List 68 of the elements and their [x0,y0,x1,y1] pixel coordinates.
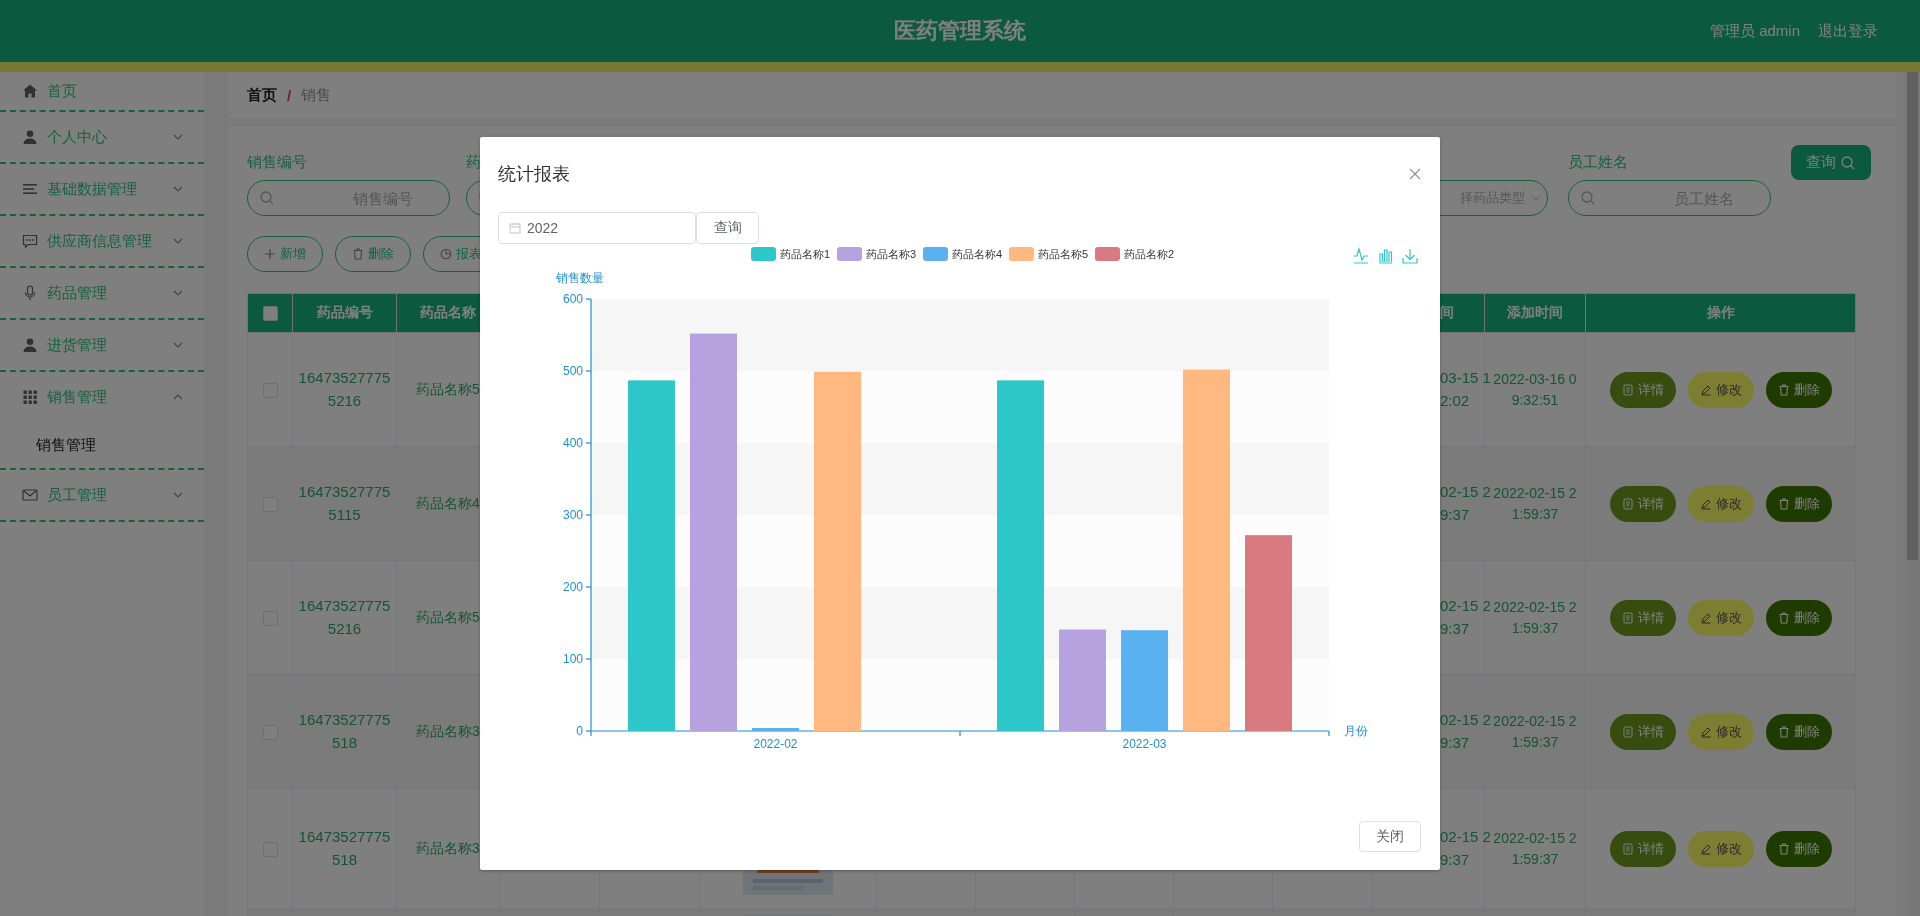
delete-button[interactable]: 删除 [1765,371,1832,408]
sidebar-item[interactable]: 首页 [0,72,204,110]
app-title: 医药管理系统 [894,17,1026,45]
detail-button[interactable]: 详情 [1609,713,1676,750]
edit-button[interactable]: 修改 [1687,830,1754,867]
delete-button[interactable]: 删除 [1765,485,1832,522]
edit-button[interactable]: 修改 [1687,485,1754,522]
axis-tick-label: 400 [562,436,583,450]
axis-tick-label: 300 [562,508,583,522]
add-button[interactable]: 新增 [247,236,323,272]
axis-tick-label: 200 [562,580,583,594]
detail-button[interactable]: 详情 [1609,485,1676,522]
detail-button[interactable]: 详情 [1609,830,1676,867]
field-label: 销售编号 [247,153,308,172]
sidebar-item[interactable]: 个人中心 [0,112,204,162]
axis-tick-label: 100 [562,652,583,666]
legend-label[interactable]: 药品名称5 [1038,248,1089,260]
sidebar-item[interactable]: 进货管理 [0,320,204,370]
dialog-title: 统计报表 [498,163,570,186]
legend-label[interactable]: 药品名称4 [952,248,1003,260]
table-cell: 164735277755115 [292,446,397,561]
table-header-cell: 药品编号 [292,293,397,333]
legend-label[interactable]: 药品名称3 [866,248,917,260]
close-button[interactable]: 关闭 [1359,821,1421,852]
delete-button[interactable]: 删除 [1765,713,1832,750]
table-cell-text: 02-15 2 9:37 [1440,828,1491,868]
field-label: 员工姓名 [1568,153,1629,172]
legend-label[interactable]: 药品名称2 [1124,248,1175,260]
axis-tick-label: 2022-03 [1122,737,1167,751]
axis-title: 月份 [1344,724,1368,738]
table-header-cell: 操作 [1585,293,1856,333]
user-label: 管理员 admin [1709,21,1800,41]
query-button[interactable]: 查询 [696,212,759,244]
sidebar-item[interactable]: 基础数据管理 [0,164,204,214]
search-button[interactable]: 查询 [1791,145,1871,180]
delete-button[interactable]: 删除 [1765,599,1832,636]
delete-button[interactable]: 删除 [335,236,411,272]
edit-button[interactable]: 修改 [1687,371,1754,408]
table-cell-text: 03-15 1 2:02 [1440,369,1491,409]
axis-title: 销售数量 [556,271,604,285]
breadcrumb-item[interactable]: 首页 [247,85,277,105]
table-header-cell: 添加时间 [1484,293,1586,333]
delete-button[interactable]: 删除 [1765,830,1832,867]
table-cell-text: 02-15 2 9:37 [1440,483,1491,523]
breadcrumb-separator: / [287,86,292,104]
table-cell-text: 02-15 2 9:37 [1440,597,1491,637]
sidebar-item[interactable]: 药品管理 [0,268,204,318]
axis-tick-label: 500 [562,364,583,378]
axis-tick-label: 0 [576,724,583,738]
field-label: 药 [466,153,482,172]
sidebar-item[interactable]: 员工管理 [0,470,204,520]
table-cell: 164735277755216 [292,332,397,447]
logout-link[interactable]: 退出登录 [1818,21,1878,41]
edit-button[interactable]: 修改 [1687,713,1754,750]
axis-tick-label: 2022-02 [753,737,798,751]
axis-tick-label: 600 [562,292,583,306]
table-cell: 16473527775518 [292,788,397,909]
table-cell: 164735277755216 [292,560,397,675]
sidebar-item[interactable]: 销售管理 [0,372,204,422]
detail-button[interactable]: 详情 [1609,371,1676,408]
table-cell: 16473527775518 [292,674,397,789]
legend-label[interactable]: 药品名称1 [780,248,831,260]
sidebar-item[interactable]: 供应商信息管理 [0,216,204,266]
table-cell-text: 02-15 2 9:37 [1440,711,1491,751]
edit-button[interactable]: 修改 [1687,599,1754,636]
detail-button[interactable]: 详情 [1609,599,1676,636]
sidebar-subitem[interactable]: 销售管理 [0,422,204,468]
year-picker[interactable]: 2022 [498,212,696,244]
